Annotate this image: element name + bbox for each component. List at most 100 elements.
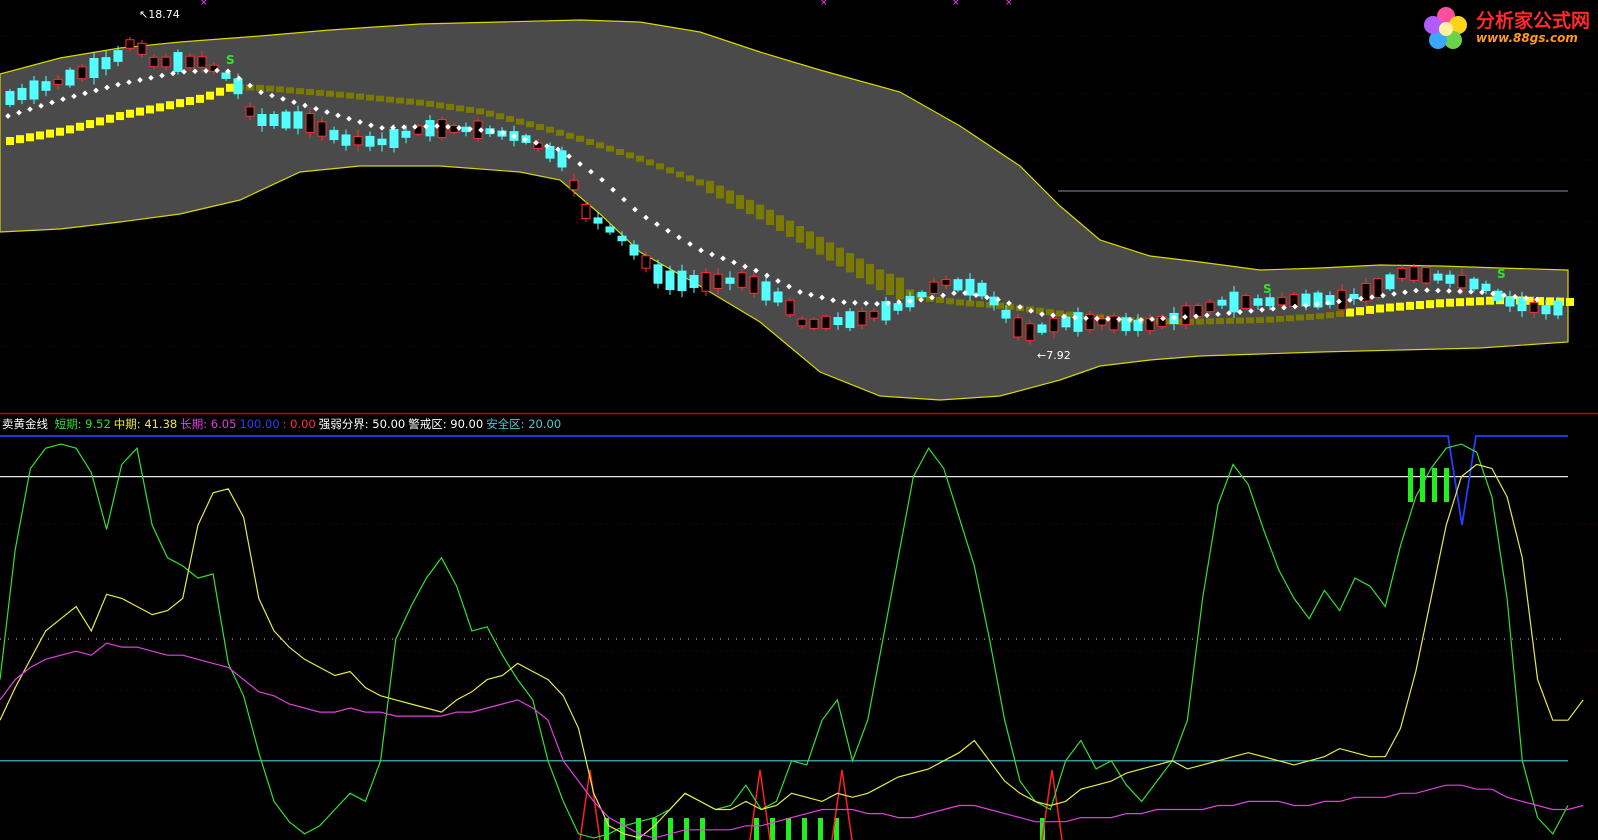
limit-line	[0, 435, 1568, 526]
candle-body	[1481, 283, 1491, 292]
candle-body	[101, 57, 111, 70]
indicator-value-4: : 0.00	[282, 417, 316, 431]
candle-body	[1037, 324, 1047, 333]
candle-body	[1457, 274, 1467, 289]
indicator-value-5: 强弱分界: 50.00	[318, 417, 406, 431]
trend-block	[636, 155, 644, 162]
candle-body	[1109, 315, 1119, 331]
trend-block	[1326, 312, 1334, 319]
candle-body	[797, 318, 807, 327]
trend-block	[16, 135, 24, 144]
candle-body	[173, 52, 183, 72]
trend-block	[526, 121, 534, 128]
candle-body	[1289, 294, 1299, 307]
candle-body	[305, 113, 315, 133]
candle-body	[737, 272, 747, 288]
trend-block	[616, 149, 624, 155]
tick-marker: ×	[820, 0, 828, 8]
trend-block	[336, 91, 344, 98]
trend-block	[896, 277, 904, 300]
trend-block	[706, 180, 714, 194]
candle-body	[89, 57, 99, 79]
indicator-grid	[0, 523, 1598, 691]
trend-block	[166, 101, 174, 110]
series-line-中期	[0, 463, 1584, 839]
candle-body	[1553, 300, 1563, 316]
trend-block	[956, 299, 964, 306]
trend-block	[716, 185, 724, 199]
trend-block	[1416, 301, 1424, 309]
candle-body	[1373, 278, 1383, 298]
trend-block	[106, 114, 114, 123]
trend-block	[1216, 318, 1224, 325]
candle-body	[605, 226, 615, 233]
trend-block	[836, 247, 844, 267]
sell-signal-bar	[1432, 468, 1437, 502]
candle-body	[269, 113, 279, 127]
candle-body	[1025, 323, 1035, 342]
buy-signal-bar	[802, 818, 807, 840]
trend-block	[1476, 297, 1484, 306]
trend-block	[36, 131, 44, 140]
candle-body	[1409, 266, 1419, 281]
candle-body	[53, 78, 63, 86]
trend-block	[436, 102, 444, 109]
candle-body	[1493, 290, 1503, 301]
candle-body	[809, 318, 819, 329]
buy-signal-bar	[700, 818, 705, 840]
candle-body	[893, 303, 903, 311]
candle-body	[77, 66, 87, 80]
candle-body	[1049, 317, 1059, 333]
trend-block	[1466, 297, 1474, 306]
tick-marker: ×	[200, 0, 208, 8]
candle-body	[953, 279, 963, 291]
candle-body	[1421, 267, 1431, 284]
trend-block	[1336, 310, 1344, 317]
candle-body	[1433, 273, 1443, 281]
candle-body	[257, 113, 267, 127]
candle-body	[1517, 297, 1527, 312]
trend-block	[116, 112, 124, 121]
sell-signal-bar	[1408, 468, 1413, 502]
trend-block	[1566, 297, 1574, 306]
trend-block	[726, 190, 734, 204]
candle-body	[1385, 274, 1395, 290]
trend-block	[26, 133, 34, 142]
signal-mark: S	[226, 53, 235, 67]
indicator-lines	[0, 443, 1584, 839]
trend-block	[746, 199, 754, 215]
buy-signal-bar	[668, 818, 673, 840]
trend-block	[176, 99, 184, 108]
candle-body	[773, 291, 783, 303]
trend-block	[276, 86, 284, 93]
trend-block	[576, 135, 584, 142]
trend-block	[886, 273, 894, 296]
sell-signal-bar	[1444, 468, 1449, 502]
trend-block	[946, 298, 954, 305]
trend-block	[596, 142, 604, 149]
candle-body	[341, 134, 351, 146]
brand-url: www.88gs.com	[1475, 30, 1578, 45]
trend-block	[1446, 298, 1454, 307]
candle-body	[845, 311, 855, 329]
trend-block	[1306, 313, 1314, 320]
candle-body	[5, 91, 15, 105]
candle-body	[221, 72, 231, 79]
trend-block	[1316, 313, 1324, 320]
candle-body	[125, 39, 135, 49]
trend-block	[546, 126, 554, 133]
candle-body	[197, 56, 207, 68]
candle-body	[365, 135, 375, 147]
trend-block	[566, 132, 574, 139]
trend-block	[476, 108, 484, 115]
candle-body	[557, 150, 567, 168]
trend-block	[686, 175, 694, 182]
trend-block	[976, 301, 984, 308]
trend-block	[876, 269, 884, 291]
candle-body	[137, 42, 147, 55]
high-label: ↖18.74	[139, 8, 180, 21]
trend-block	[346, 92, 354, 99]
buy-signal-bar	[754, 818, 759, 840]
trend-block	[96, 117, 104, 126]
candle-body	[821, 315, 831, 330]
